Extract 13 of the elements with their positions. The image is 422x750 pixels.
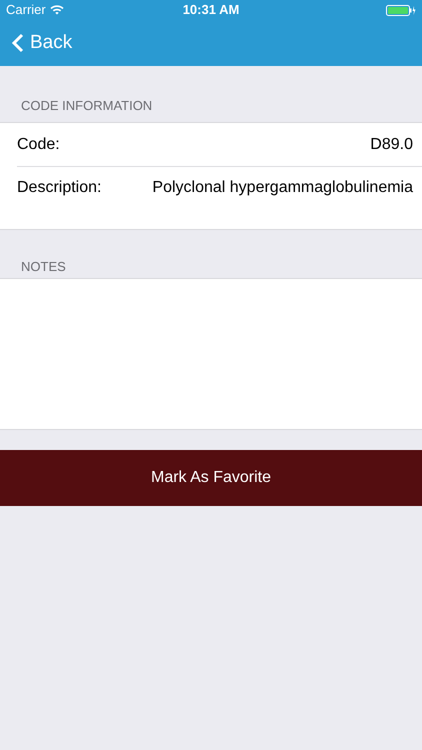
favorite-button[interactable]: Mark As Favorite <box>0 450 422 506</box>
status-time: 10:31 AM <box>182 1 240 20</box>
carrier-label: Carrier <box>6 1 46 20</box>
field-value: Polyclonal hypergammaglobulinemia <box>152 178 413 198</box>
section-header: NOTES <box>20 258 67 276</box>
field-value: D89.0 <box>370 134 413 154</box>
wifi-icon <box>50 5 64 15</box>
notes-field[interactable] <box>0 278 422 430</box>
field-label: Description: <box>17 178 102 198</box>
field-label: Code: <box>17 134 60 154</box>
battery-icon <box>386 4 416 16</box>
section-header: CODE INFORMATION <box>20 97 154 115</box>
chevron-left-icon <box>12 33 24 53</box>
